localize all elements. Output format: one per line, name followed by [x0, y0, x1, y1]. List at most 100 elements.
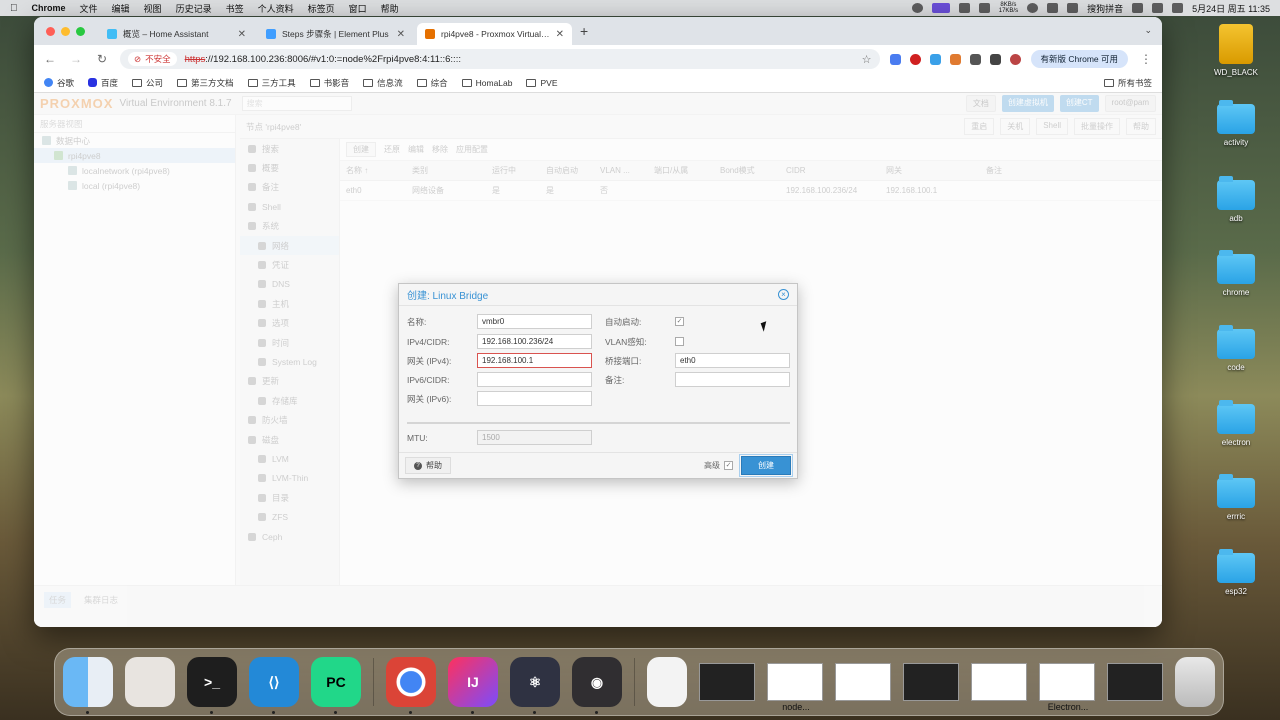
sogou-icon[interactable]	[1067, 3, 1079, 13]
trash-icon[interactable]	[1175, 657, 1215, 707]
bookmark-star-icon[interactable]: ☆	[862, 53, 872, 66]
window-thumbnail[interactable]	[699, 663, 755, 701]
download-icon[interactable]	[989, 53, 1001, 65]
more-menu-icon[interactable]: ⋮	[1138, 52, 1154, 66]
play-icon[interactable]	[1027, 3, 1039, 13]
desktop-icon-esp32[interactable]: esp32	[1204, 549, 1268, 596]
vlan-aware-checkbox[interactable]	[675, 337, 684, 346]
search-icon[interactable]	[1152, 3, 1164, 13]
close-window-button[interactable]	[46, 26, 55, 36]
create-submit-button[interactable]: 创建	[739, 454, 793, 477]
document-icon[interactable]	[647, 657, 687, 707]
name-field[interactable]: vmbr0	[477, 314, 592, 329]
cloud-icon[interactable]	[929, 53, 941, 65]
menu-tabs[interactable]: 标签页	[308, 2, 335, 15]
back-button[interactable]: ←	[42, 52, 58, 66]
screen-record-icon[interactable]	[931, 3, 950, 13]
puzzle-icon[interactable]	[969, 53, 981, 65]
desktop-icon-activity[interactable]: activity	[1204, 100, 1268, 147]
autostart-checkbox[interactable]: ✓	[675, 317, 684, 326]
tab-proxmox[interactable]: rpi4pve8 - Proxmox Virtual En ✕	[417, 23, 572, 45]
tab-element-plus[interactable]: Steps 步骤条 | Element Plus ✕	[258, 23, 413, 45]
bookmark-baidu[interactable]: 百度	[88, 77, 118, 89]
desktop-icon-code[interactable]: code	[1204, 325, 1268, 372]
app-menu[interactable]: Chrome	[32, 3, 66, 13]
menu-profile[interactable]: 个人资料	[258, 2, 294, 15]
status-icon[interactable]	[911, 3, 923, 13]
menu-help[interactable]: 帮助	[381, 2, 399, 15]
update-chrome-button[interactable]: 有新版 Chrome 可用	[1030, 50, 1128, 68]
bookmark-folder[interactable]: 综合	[416, 77, 448, 89]
obs-icon[interactable]: ◉	[572, 657, 622, 714]
terminal-icon[interactable]: >_	[187, 657, 237, 714]
chrome-icon[interactable]	[386, 657, 436, 714]
advanced-toggle[interactable]: 高级 ✓	[704, 460, 733, 471]
control-center-icon[interactable]	[1172, 3, 1184, 13]
close-tab-icon[interactable]: ✕	[238, 29, 246, 40]
ipv6-field[interactable]	[477, 372, 592, 387]
desktop-icon-chrome[interactable]: chrome	[1204, 250, 1268, 297]
comment-field[interactable]	[675, 372, 790, 387]
window-thumbnail[interactable]: Electron...	[1039, 663, 1095, 712]
bookmark-folder[interactable]: 书影音	[309, 77, 349, 89]
menu-history[interactable]: 历史记录	[176, 2, 212, 15]
translate-icon[interactable]	[889, 53, 901, 65]
window-thumbnail[interactable]	[971, 663, 1027, 701]
launchpad-icon[interactable]	[125, 657, 175, 707]
menu-edit[interactable]: 编辑	[112, 2, 130, 15]
gateway6-field[interactable]	[477, 391, 592, 406]
window-thumbnail[interactable]	[1107, 663, 1163, 701]
bookmark-folder[interactable]: 三方工具	[247, 77, 296, 89]
desktop-icon-wd-black[interactable]: WD_BLACK	[1204, 24, 1268, 77]
bridge-ports-field[interactable]: eth0	[675, 353, 790, 368]
apple-icon[interactable]: 	[10, 3, 18, 14]
vscode-icon[interactable]: ⟨⟩	[249, 657, 299, 714]
electron-icon[interactable]: ⚛	[510, 657, 560, 714]
minimize-window-button[interactable]	[61, 26, 70, 36]
cat-icon[interactable]	[958, 3, 970, 13]
tab-search-icon[interactable]: ⌄	[1144, 25, 1152, 36]
desktop-icon-electron[interactable]: electron	[1204, 400, 1268, 447]
bookmark-folder[interactable]: 公司	[132, 77, 163, 89]
address-bar[interactable]: ⊘ 不安全 https ://192.168.100.236:8006/#v1:…	[120, 49, 880, 69]
new-tab-button[interactable]: +	[580, 23, 588, 39]
clock[interactable]: 5月24日 周五 11:35	[1192, 2, 1270, 15]
window-thumbnail[interactable]	[835, 663, 891, 701]
close-icon[interactable]: ×	[778, 289, 789, 300]
desktop-icon-adb[interactable]: adb	[1204, 176, 1268, 223]
dialog-help-button[interactable]: ? 帮助	[405, 457, 451, 474]
close-tab-icon[interactable]: ✕	[397, 29, 405, 40]
clipboard-icon[interactable]	[1047, 3, 1059, 13]
advanced-checkbox[interactable]: ✓	[724, 461, 733, 470]
bookmark-folder[interactable]: 信息流	[363, 77, 403, 89]
input-method-label[interactable]: 搜狗拼音	[1087, 2, 1123, 15]
wifi-icon[interactable]	[1132, 3, 1144, 13]
forward-button[interactable]: →	[68, 52, 84, 66]
app-status-icon[interactable]	[978, 3, 990, 13]
pycharm-icon[interactable]: PC	[311, 657, 361, 714]
avatar[interactable]	[1009, 53, 1021, 65]
menu-file[interactable]: 文件	[80, 2, 98, 15]
menu-window[interactable]: 窗口	[349, 2, 367, 15]
mtu-field[interactable]: 1500	[477, 430, 592, 445]
window-thumbnail[interactable]: node...	[767, 663, 823, 712]
window-thumbnail[interactable]	[903, 663, 959, 701]
menu-view[interactable]: 视图	[144, 2, 162, 15]
bookmark-folder[interactable]: PVE	[526, 78, 558, 88]
extension-icon[interactable]	[949, 53, 961, 65]
intellij-icon[interactable]: IJ	[448, 657, 498, 714]
zoom-window-button[interactable]	[76, 26, 85, 36]
gateway4-field[interactable]: 192.168.100.1	[477, 353, 592, 368]
reload-button[interactable]: ↻	[94, 52, 110, 66]
ipv4-field[interactable]: 192.168.100.236/24	[477, 334, 592, 349]
close-tab-icon[interactable]: ✕	[556, 29, 564, 40]
finder-icon[interactable]	[63, 657, 113, 714]
bookmark-folder[interactable]: HomaLab	[461, 78, 512, 88]
bookmark-folder[interactable]: 第三方文档	[177, 77, 234, 89]
security-badge[interactable]: ⊘ 不安全	[128, 52, 177, 66]
tab-home-assistant[interactable]: 概览 – Home Assistant ✕	[99, 23, 254, 45]
desktop-icon-errric[interactable]: errric	[1204, 474, 1268, 521]
bookmark-google[interactable]: 谷歌	[44, 77, 74, 89]
menu-bookmarks[interactable]: 书签	[226, 2, 244, 15]
all-bookmarks[interactable]: 所有书签	[1103, 77, 1152, 89]
